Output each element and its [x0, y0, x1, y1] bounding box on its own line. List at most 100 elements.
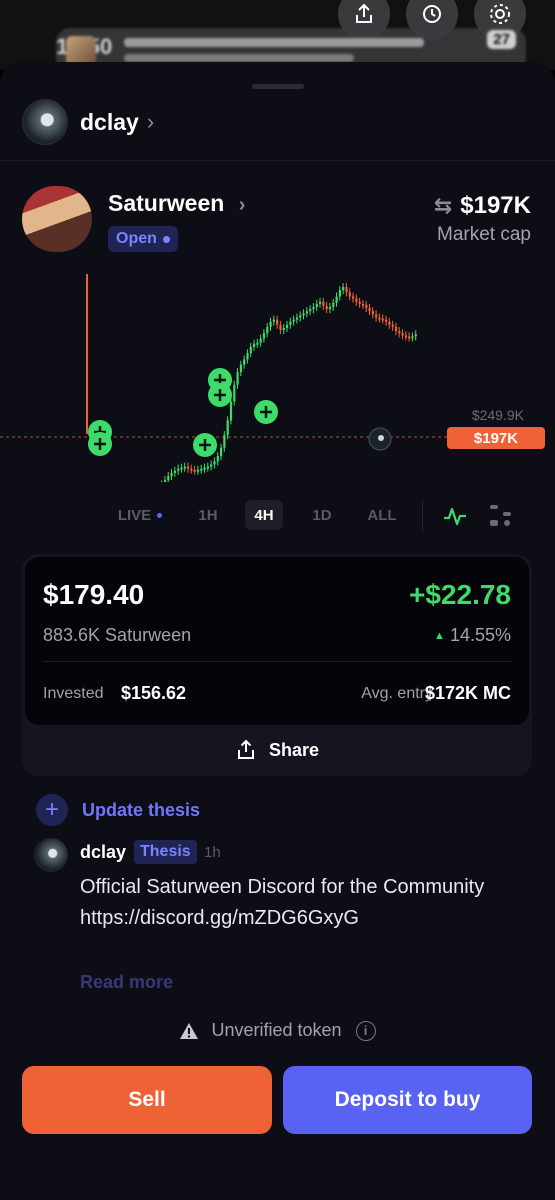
- sell-button[interactable]: Sell: [22, 1066, 272, 1134]
- grid-dot: [327, 439, 329, 441]
- grid-dot: [271, 341, 273, 343]
- grid-dot: [201, 397, 203, 399]
- timeframe-live[interactable]: LIVE: [114, 500, 166, 530]
- grid-dot: [145, 355, 147, 357]
- market-cap-label: Market cap: [437, 224, 531, 245]
- grid-dot: [117, 341, 119, 343]
- candle-body: [348, 292, 351, 297]
- candle-body: [286, 324, 289, 328]
- timeframe-1h[interactable]: 1H: [190, 500, 226, 530]
- grid-dot: [271, 425, 273, 427]
- creator-row[interactable]: dclay ›: [22, 98, 154, 146]
- candle-body: [216, 456, 219, 462]
- candle-body: [210, 464, 213, 467]
- grid-dot: [411, 327, 413, 329]
- grid-dot: [131, 341, 133, 343]
- timeframe-all[interactable]: ALL: [362, 500, 402, 530]
- candle-body: [220, 447, 223, 457]
- grid-dot: [201, 299, 203, 301]
- grid-dot: [131, 383, 133, 385]
- grid-dot: [117, 383, 119, 385]
- token-avatar: [22, 186, 92, 252]
- grid-dot: [299, 341, 301, 343]
- grid-dot: [173, 453, 175, 455]
- status-bar: 12:50 27: [0, 0, 555, 72]
- grid-dot: [103, 327, 105, 329]
- grid-dot: [131, 327, 133, 329]
- grid-dot: [145, 425, 147, 427]
- grid-dot: [215, 411, 217, 413]
- grid-dot: [285, 383, 287, 385]
- grid-dot: [243, 439, 245, 441]
- grid-dot: [327, 327, 329, 329]
- candle-body: [246, 353, 249, 360]
- grid-dot: [201, 327, 203, 329]
- pnl-percent-value: 14.55%: [449, 625, 511, 645]
- grid-dot: [145, 327, 147, 329]
- price-chart[interactable]: $249.9K $197K: [0, 262, 555, 482]
- grid-dot: [285, 369, 287, 371]
- grid-dot: [299, 299, 301, 301]
- timeframe-1d[interactable]: 1D: [304, 500, 340, 530]
- grid-dot: [425, 439, 427, 441]
- grid-dot: [355, 355, 357, 357]
- grid-dot: [257, 453, 259, 455]
- update-thesis-link[interactable]: Update thesis: [82, 800, 200, 821]
- candle-body: [345, 287, 348, 293]
- grid-dot: [369, 341, 371, 343]
- plus-icon[interactable]: +: [36, 794, 68, 826]
- grid-dot: [103, 397, 105, 399]
- sheet-grabber[interactable]: [252, 84, 304, 89]
- grid-dot: [271, 397, 273, 399]
- grid-dot: [285, 397, 287, 399]
- notification-body: [124, 54, 354, 62]
- share-button[interactable]: Share: [22, 730, 532, 770]
- grid-dot: [103, 411, 105, 413]
- grid-dot: [159, 313, 161, 315]
- candles-toggle-icon[interactable]: [486, 502, 514, 530]
- bottom-action-area: Unverified token i Sell Deposit to buy: [0, 990, 555, 1200]
- grid-dot: [271, 383, 273, 385]
- grid-dot: [341, 355, 343, 357]
- grid-dot: [397, 327, 399, 329]
- deposit-to-buy-button[interactable]: Deposit to buy: [283, 1066, 532, 1134]
- timeframe-label: 4H: [254, 506, 274, 524]
- grid-dot: [229, 355, 231, 357]
- grid-dot: [229, 313, 231, 315]
- grid-dot: [271, 355, 273, 357]
- grid-dot: [187, 369, 189, 371]
- grid-dot: [173, 439, 175, 441]
- grid-dot: [257, 313, 259, 315]
- grid-dot: [299, 285, 301, 287]
- grid-dot: [201, 425, 203, 427]
- thesis-author[interactable]: dclay: [80, 842, 126, 863]
- grid-dot: [243, 411, 245, 413]
- candle-body: [213, 461, 216, 465]
- candle-body: [200, 468, 203, 471]
- grid-dot: [383, 453, 385, 455]
- grid-dot: [187, 355, 189, 357]
- timeframe-4h[interactable]: 4H: [245, 500, 283, 530]
- grid-dot: [383, 341, 385, 343]
- grid-dot: [271, 439, 273, 441]
- grid-dot: [369, 327, 371, 329]
- line-chart-icon[interactable]: [442, 504, 468, 528]
- timeframe-label: 1D: [312, 506, 332, 524]
- market-cap-value-row[interactable]: ⇆ $197K: [434, 192, 531, 220]
- notification-title: [124, 38, 424, 47]
- grid-dot: [201, 313, 203, 315]
- grid-dot: [243, 327, 245, 329]
- grid-dot: [117, 313, 119, 315]
- grid-dot: [411, 411, 413, 413]
- grid-dot: [425, 299, 427, 301]
- grid-dot: [187, 383, 189, 385]
- candle-body: [163, 480, 167, 482]
- grid-dot: [145, 341, 147, 343]
- token-name-row[interactable]: Saturween ›: [108, 190, 245, 217]
- grid-dot: [159, 355, 161, 357]
- grid-dot: [187, 439, 189, 441]
- high-price-label: $249.9K: [472, 407, 525, 423]
- grid-dot: [369, 383, 371, 385]
- grid-dot: [103, 341, 105, 343]
- info-icon[interactable]: i: [355, 1020, 376, 1041]
